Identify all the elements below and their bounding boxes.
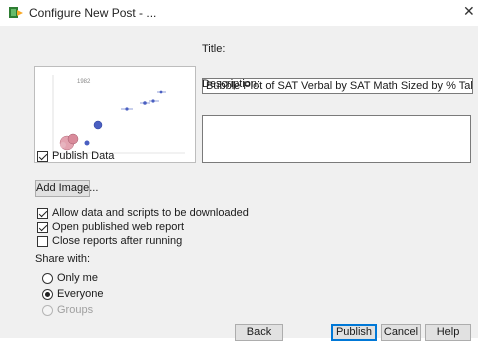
close-icon[interactable]: ✕	[463, 4, 475, 20]
open-web-report-label: Open published web report	[52, 221, 185, 233]
share-groups-label: Groups	[57, 304, 94, 316]
close-reports-checkbox[interactable]	[37, 236, 48, 247]
share-with-label: Share with:	[35, 253, 91, 265]
open-web-report-checkbox[interactable]	[37, 222, 48, 233]
description-label: Description:	[202, 78, 261, 90]
preview-year-label: 1982	[77, 79, 91, 85]
chart-preview-image: 1982	[34, 66, 196, 163]
title-bar: Configure New Post - ... ✕	[0, 0, 478, 26]
close-reports-label: Close reports after running	[52, 235, 183, 247]
add-image-button[interactable]: Add Image...	[35, 180, 98, 197]
cancel-button[interactable]: Cancel	[381, 324, 421, 341]
dialog-body: 1982 Title: Bubble Plot of SAT Verbal by…	[0, 26, 478, 341]
back-button[interactable]: Back	[235, 324, 283, 341]
description-input[interactable]	[202, 115, 471, 163]
share-everyone-label: Everyone	[57, 288, 104, 300]
share-only-me-label: Only me	[57, 272, 98, 284]
publish-data-checkbox[interactable]	[37, 151, 48, 162]
share-groups-radio	[42, 305, 53, 316]
publish-data-label: Publish Data	[52, 150, 115, 162]
share-only-me-radio[interactable]	[42, 273, 53, 284]
title-label: Title:	[202, 43, 226, 55]
jmp-publish-icon	[9, 7, 23, 18]
preview-bubbles	[59, 90, 166, 151]
window-title: Configure New Post - ...	[29, 6, 157, 20]
allow-download-label: Allow data and scripts to be downloaded	[52, 207, 249, 219]
help-button[interactable]: Help	[425, 324, 471, 341]
publish-button[interactable]: Publish	[331, 324, 377, 341]
share-everyone-radio[interactable]	[42, 289, 53, 300]
bubble-plot-thumbnail: 1982	[52, 75, 185, 154]
allow-download-checkbox[interactable]	[37, 208, 48, 219]
